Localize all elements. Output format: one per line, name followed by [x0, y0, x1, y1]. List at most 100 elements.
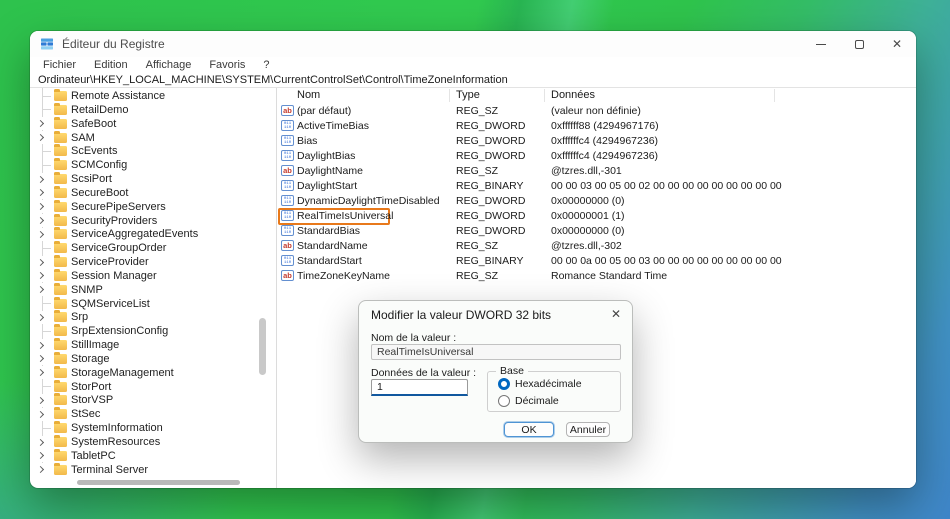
- tree-item-label: ScEvents: [71, 145, 117, 157]
- folder-icon: [54, 174, 67, 184]
- hexadecimal-radio[interactable]: Hexadécimale: [498, 378, 582, 390]
- address-bar[interactable]: Ordinateur\HKEY_LOCAL_MACHINE\SYSTEM\Cur…: [30, 72, 916, 88]
- value-row-daylightname[interactable]: abDaylightNameREG_SZ@tzres.dll,-301: [278, 164, 916, 179]
- value-row-realtimeisuniversal[interactable]: 011110RealTimeIsUniversalREG_DWORD0x0000…: [278, 209, 916, 224]
- ok-button[interactable]: OK: [504, 422, 554, 437]
- value-row-activetimebias[interactable]: 011110ActiveTimeBiasREG_DWORD0xffffff88 …: [278, 119, 916, 134]
- chevron-right-icon[interactable]: [35, 436, 48, 449]
- value-row-standardbias[interactable]: 011110StandardBiasREG_DWORD0x00000000 (0…: [278, 224, 916, 239]
- tree-item-label: SecurePipeServers: [71, 201, 166, 213]
- tree-item-securityproviders[interactable]: SecurityProviders: [30, 214, 276, 228]
- close-button[interactable]: ✕: [878, 31, 916, 57]
- tree-item-terminal-server[interactable]: Terminal Server: [30, 463, 276, 477]
- chevron-right-icon[interactable]: [35, 449, 48, 462]
- tree-item-scmconfig[interactable]: SCMConfig: [30, 158, 276, 172]
- minimize-button[interactable]: [802, 31, 840, 57]
- tree-horizontal-scrollbar[interactable]: [77, 480, 240, 485]
- tree-item-srp[interactable]: Srp: [30, 310, 276, 324]
- chevron-right-icon[interactable]: [35, 269, 48, 282]
- value-type: REG_SZ: [456, 105, 498, 117]
- column-header-donnes[interactable]: Données: [551, 89, 595, 101]
- tree-item-label: SecurityProviders: [71, 215, 157, 227]
- chevron-right-icon[interactable]: [35, 408, 48, 421]
- tree-vertical-scrollbar[interactable]: [259, 318, 266, 375]
- chevron-right-icon[interactable]: [35, 186, 48, 199]
- tree-item-systemresources[interactable]: SystemResources: [30, 435, 276, 449]
- chevron-right-icon[interactable]: [35, 117, 48, 130]
- value-row-timezonekeyname[interactable]: abTimeZoneKeyNameREG_SZRomance Standard …: [278, 269, 916, 284]
- menu-item-fichier[interactable]: Fichier: [34, 59, 85, 71]
- value-data-label: Données de la valeur :: [371, 367, 476, 379]
- dialog-close-icon[interactable]: ✕: [611, 307, 621, 321]
- column-separator[interactable]: [774, 89, 775, 102]
- tree-item-stillimage[interactable]: StillImage: [30, 338, 276, 352]
- chevron-right-icon[interactable]: [35, 228, 48, 241]
- chevron-right-icon[interactable]: [35, 352, 48, 365]
- value-row-standardstart[interactable]: 011110StandardStartREG_BINARY00 00 0a 00…: [278, 254, 916, 269]
- tree-item-storagemanagement[interactable]: StorageManagement: [30, 366, 276, 380]
- tree-item-servicegrouporder[interactable]: ServiceGroupOrder: [30, 241, 276, 255]
- column-separator[interactable]: [544, 89, 545, 102]
- tree-item-serviceprovider[interactable]: ServiceProvider: [30, 255, 276, 269]
- tree-item-tabletpc[interactable]: TabletPC: [30, 449, 276, 463]
- chevron-right-icon[interactable]: [35, 311, 48, 324]
- chevron-right-icon[interactable]: [35, 214, 48, 227]
- titlebar[interactable]: Éditeur du Registre ✕: [30, 31, 916, 57]
- chevron-right-icon[interactable]: [35, 131, 48, 144]
- chevron-right-icon[interactable]: [35, 283, 48, 296]
- menu-item-[interactable]: ?: [254, 59, 278, 71]
- tree-item-srpextensionconfig[interactable]: SrpExtensionConfig: [30, 324, 276, 338]
- value-row-bias[interactable]: 011110BiasREG_DWORD0xffffffc4 (429496723…: [278, 134, 916, 149]
- tree-item-storage[interactable]: Storage: [30, 352, 276, 366]
- menu-item-affichage[interactable]: Affichage: [137, 59, 201, 71]
- folder-icon: [54, 229, 67, 239]
- value-data: @tzres.dll,-301: [551, 165, 622, 177]
- tree-item-session-manager[interactable]: Session Manager: [30, 269, 276, 283]
- tree-item-systeminformation[interactable]: SystemInformation: [30, 421, 276, 435]
- decimal-radio[interactable]: Décimale: [498, 395, 559, 407]
- cancel-button[interactable]: Annuler: [566, 422, 610, 437]
- chevron-glyph: [37, 203, 44, 210]
- menu-item-edition[interactable]: Edition: [85, 59, 137, 71]
- tree-item-securepipeservers[interactable]: SecurePipeServers: [30, 200, 276, 214]
- value-data: (valeur non définie): [551, 105, 641, 117]
- tree-item-serviceaggregatedevents[interactable]: ServiceAggregatedEvents: [30, 227, 276, 241]
- value-row-daylightstart[interactable]: 011110DaylightStartREG_BINARY00 00 03 00…: [278, 179, 916, 194]
- chevron-right-icon[interactable]: [35, 256, 48, 269]
- chevron-right-icon[interactable]: [35, 366, 48, 379]
- tree-item-remote-assistance[interactable]: Remote Assistance: [30, 89, 276, 103]
- tree-item-scevents[interactable]: ScEvents: [30, 144, 276, 158]
- chevron-right-icon[interactable]: [35, 394, 48, 407]
- value-row--par-d-faut-[interactable]: ab(par défaut)REG_SZ(valeur non définie): [278, 104, 916, 119]
- chevron-right-icon[interactable]: [35, 339, 48, 352]
- tree-item-retaildemo[interactable]: RetailDemo: [30, 103, 276, 117]
- tree-item-stsec[interactable]: StSec: [30, 407, 276, 421]
- value-name: Bias: [297, 135, 317, 147]
- chevron-right-icon[interactable]: [35, 463, 48, 476]
- tree-item-scsiport[interactable]: ScsiPort: [30, 172, 276, 186]
- tree-branch-line: [42, 248, 51, 249]
- column-header-nom[interactable]: Nom: [297, 89, 320, 101]
- chevron-glyph: [37, 231, 44, 238]
- maximize-button[interactable]: [840, 31, 878, 57]
- tree-item-safeboot[interactable]: SafeBoot: [30, 117, 276, 131]
- value-row-daylightbias[interactable]: 011110DaylightBiasREG_DWORD0xffffffc4 (4…: [278, 149, 916, 164]
- tree-item-sqmservicelist[interactable]: SQMServiceList: [30, 297, 276, 311]
- column-header-type[interactable]: Type: [456, 89, 480, 101]
- tree-item-secureboot[interactable]: SecureBoot: [30, 186, 276, 200]
- tree-item-storport[interactable]: StorPort: [30, 380, 276, 394]
- tree-item-storvsp[interactable]: StorVSP: [30, 393, 276, 407]
- menu-item-favoris[interactable]: Favoris: [200, 59, 254, 71]
- value-row-standardname[interactable]: abStandardNameREG_SZ@tzres.dll,-302: [278, 239, 916, 254]
- list-header: Nom Type Données: [278, 88, 916, 103]
- chevron-right-icon[interactable]: [35, 173, 48, 186]
- tree-branch-line: [42, 303, 51, 304]
- tree-item-snmp[interactable]: SNMP: [30, 283, 276, 297]
- value-data-input[interactable]: [371, 379, 468, 396]
- value-data: Romance Standard Time: [551, 270, 667, 282]
- value-name: StandardBias: [297, 225, 360, 237]
- value-row-dynamicdaylighttimedisabled[interactable]: 011110DynamicDaylightTimeDisabledREG_DWO…: [278, 194, 916, 209]
- tree-item-sam[interactable]: SAM: [30, 131, 276, 145]
- chevron-right-icon[interactable]: [35, 200, 48, 213]
- column-separator[interactable]: [449, 89, 450, 102]
